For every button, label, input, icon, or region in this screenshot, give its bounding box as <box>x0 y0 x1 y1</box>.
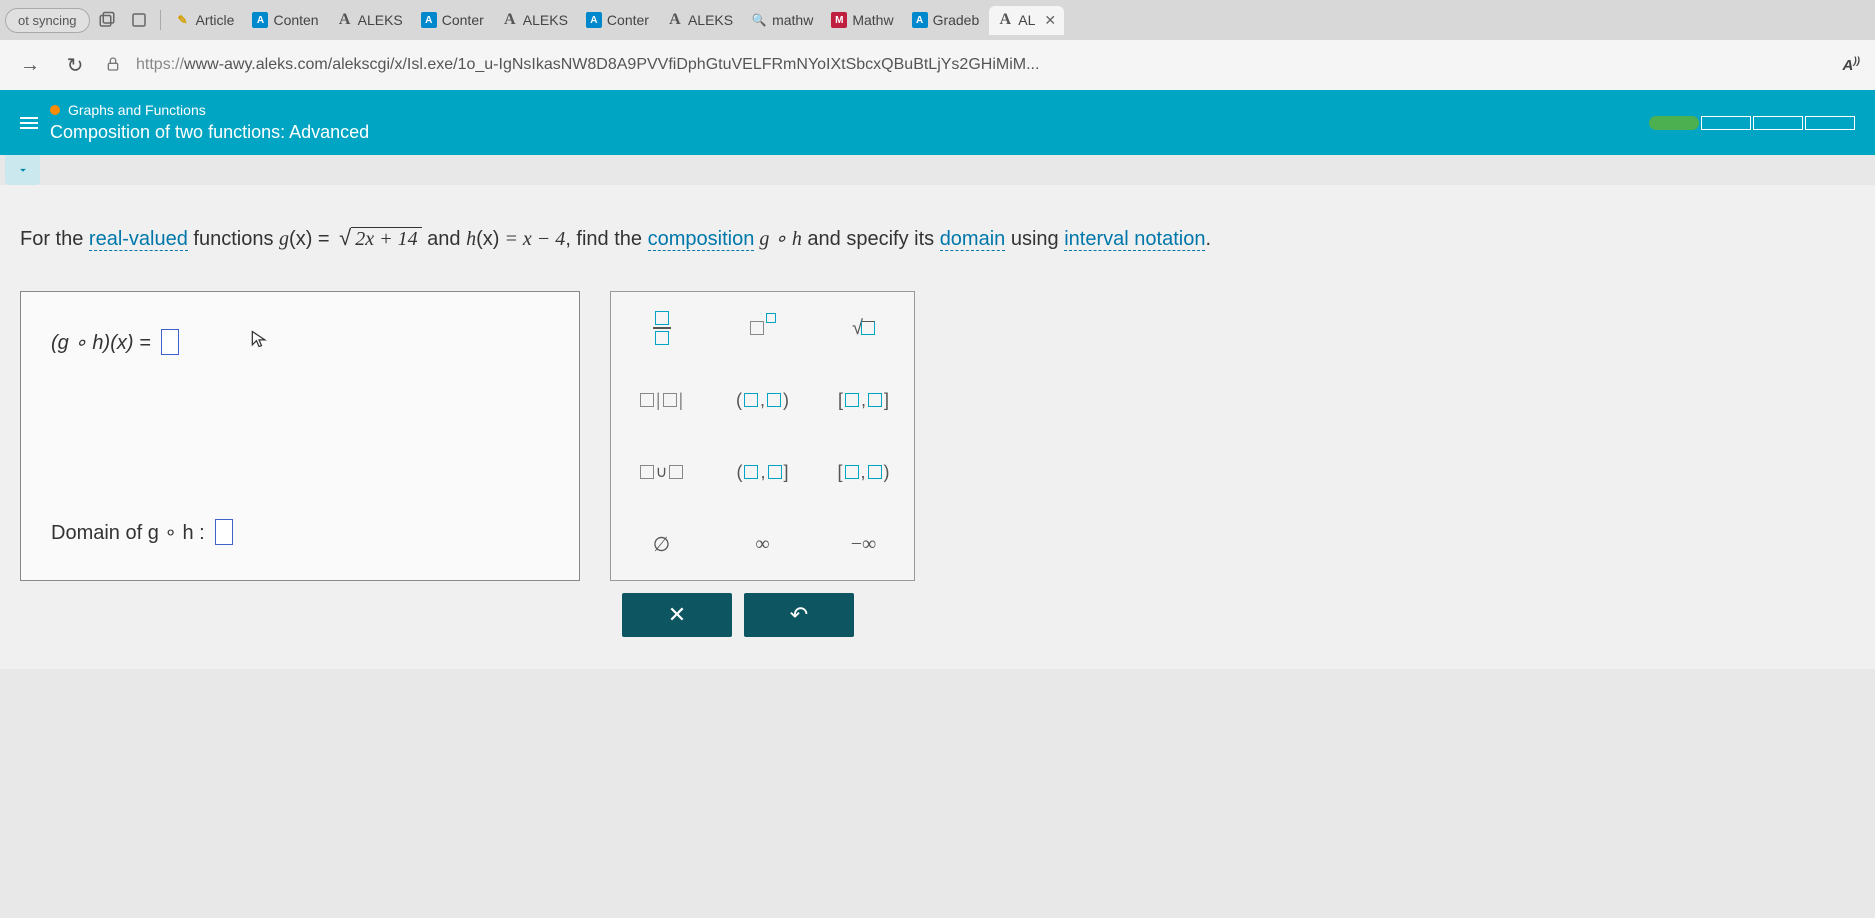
sync-status-badge: ot syncing <box>5 8 90 33</box>
tab-mathway[interactable]: M Mathw <box>823 6 901 34</box>
tab-aleks-active[interactable]: A AL ✕ <box>989 6 1064 35</box>
tab-label: Conter <box>607 12 649 28</box>
url-text[interactable]: https://www-awy.aleks.com/alekscgi/x/Isl… <box>136 56 1827 74</box>
aleks-icon: A <box>421 12 437 28</box>
article-icon: ✎ <box>175 12 191 28</box>
infinity-button[interactable]: ∞ <box>712 508 813 580</box>
progress-segment <box>1701 116 1751 130</box>
mathway-icon: M <box>831 12 847 28</box>
tab-aleks-2[interactable]: A ALEKS <box>494 6 576 34</box>
close-icon[interactable]: ✕ <box>1044 12 1056 29</box>
browser-tab-strip: ot syncing ✎ Article A Conten A ALEKS A Cont… <box>0 0 1875 40</box>
tab-label: AL <box>1018 12 1035 28</box>
link-interval-notation[interactable]: interval notation <box>1064 228 1205 251</box>
undo-button[interactable]: ↶ <box>744 593 854 637</box>
sqrt-button[interactable]: √ <box>813 292 914 364</box>
tab-divider <box>160 10 161 30</box>
tab-label: Mathw <box>852 12 893 28</box>
empty-set-button[interactable]: ∅ <box>611 508 712 580</box>
breadcrumb: Graphs and Functions <box>50 102 1637 118</box>
exponent-button[interactable] <box>712 292 813 364</box>
progress-segment <box>1649 116 1699 130</box>
aleks-a-icon: A <box>667 12 683 28</box>
aleks-icon: A <box>252 12 268 28</box>
domain-answer-row: Domain of g ∘ h : <box>51 519 549 545</box>
domain-input[interactable] <box>215 519 233 545</box>
aleks-icon: A <box>912 12 928 28</box>
clear-button[interactable]: ✕ <box>622 593 732 637</box>
tab-article[interactable]: ✎ Article <box>167 6 243 34</box>
search-icon: 🔍 <box>751 12 767 28</box>
half-open-right-button[interactable]: [,) <box>813 436 914 508</box>
neg-infinity-button[interactable]: −∞ <box>813 508 914 580</box>
absolute-value-button[interactable]: || <box>611 364 712 436</box>
aleks-a-icon: A <box>337 12 353 28</box>
answer-box: (g ∘ h)(x) = Domain of g ∘ h : <box>20 291 580 581</box>
cursor-icon <box>249 327 269 357</box>
forward-button[interactable]: → <box>15 50 45 80</box>
tab-content-3[interactable]: A Conter <box>578 6 657 34</box>
content-area: For the real-valued functions g(x) = 2x … <box>0 185 1875 669</box>
tab-overview-icon[interactable] <box>124 5 154 35</box>
refresh-button[interactable]: ↻ <box>60 50 90 80</box>
tab-aleks-3[interactable]: A ALEKS <box>659 6 741 34</box>
half-open-left-button[interactable]: (,] <box>712 436 813 508</box>
union-button[interactable]: ∪ <box>611 436 712 508</box>
read-aloud-icon[interactable]: A)) <box>1842 56 1860 74</box>
tab-label: mathw <box>772 12 813 28</box>
url-bar: → ↻ https://www-awy.aleks.com/alekscgi/x… <box>0 40 1875 90</box>
workspaces-icon[interactable] <box>92 5 122 35</box>
open-interval-button[interactable]: (,) <box>712 364 813 436</box>
tab-label: ALEKS <box>523 12 568 28</box>
dropdown-tab[interactable] <box>5 155 40 185</box>
page-title: Composition of two functions: Advanced <box>50 122 1637 143</box>
link-composition[interactable]: composition <box>648 228 755 251</box>
aleks-header: Graphs and Functions Composition of two … <box>0 90 1875 155</box>
tab-mathw-search[interactable]: 🔍 mathw <box>743 6 821 34</box>
tab-label: ALEKS <box>358 12 403 28</box>
tab-label: Gradeb <box>933 12 980 28</box>
fraction-button[interactable] <box>611 292 712 364</box>
tab-label: Conter <box>442 12 484 28</box>
composition-input[interactable] <box>161 329 179 355</box>
tab-content-2[interactable]: A Conter <box>413 6 492 34</box>
lock-icon[interactable] <box>105 56 121 75</box>
domain-label: Domain of g ∘ h : <box>51 520 205 545</box>
menu-button[interactable] <box>20 117 38 129</box>
progress-segment <box>1753 116 1803 130</box>
tab-label: ALEKS <box>688 12 733 28</box>
aleks-icon: A <box>586 12 602 28</box>
tab-aleks-1[interactable]: A ALEKS <box>329 6 411 34</box>
progress-segment <box>1805 116 1855 130</box>
closed-interval-button[interactable]: [,] <box>813 364 914 436</box>
category-label: Graphs and Functions <box>68 102 206 118</box>
link-real-valued[interactable]: real-valued <box>89 228 188 251</box>
tab-content-1[interactable]: A Conten <box>244 6 326 34</box>
breadcrumb-dot-icon <box>50 105 60 115</box>
composition-answer-row: (g ∘ h)(x) = <box>51 327 549 357</box>
tab-label: Article <box>196 12 235 28</box>
tab-label: Conten <box>273 12 318 28</box>
aleks-a-icon: A <box>997 12 1013 28</box>
progress-bar <box>1649 116 1855 130</box>
tab-gradebook[interactable]: A Gradeb <box>904 6 988 34</box>
question-text: For the real-valued functions g(x) = 2x … <box>20 225 1855 251</box>
math-palette: √ || (,) [,] ∪ (,] <box>610 291 915 581</box>
link-domain[interactable]: domain <box>940 228 1006 251</box>
aleks-a-icon: A <box>502 12 518 28</box>
composition-label: (g ∘ h)(x) = <box>51 330 151 355</box>
